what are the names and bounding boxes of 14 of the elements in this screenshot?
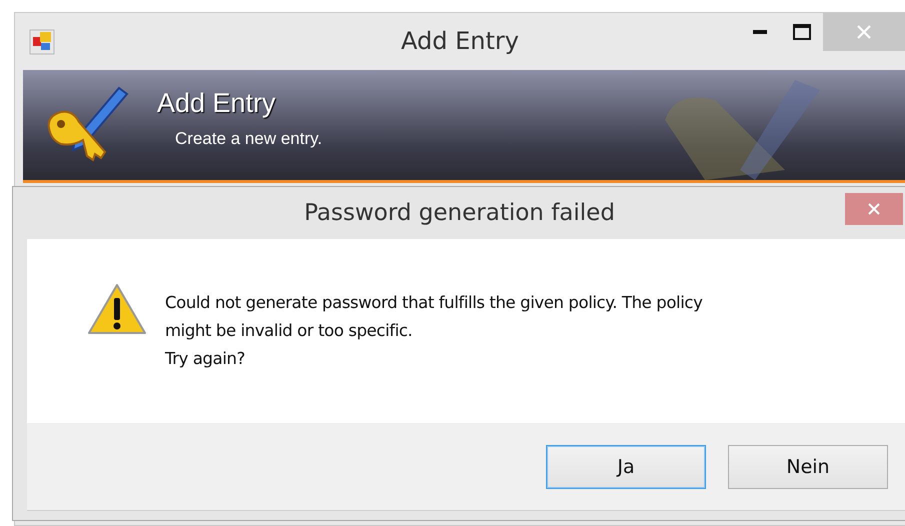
banner-title: Add Entry: [157, 88, 277, 119]
window-title: Add Entry: [401, 27, 519, 55]
dialog-button[interactable]: Ja: [546, 445, 706, 489]
dialog-title: Password generation failed: [304, 200, 615, 226]
dialog-button[interactable]: Nein: [728, 445, 888, 489]
app-icon: [29, 29, 55, 55]
close-icon: [856, 24, 872, 40]
minimize-icon: [753, 30, 767, 34]
message-text: Could not generate password that fulfills the given policy. The policy might be invalid or too specific. Try again?: [165, 292, 702, 370]
maximize-icon: [793, 24, 811, 40]
banner-subtitle: Create a new entry.: [175, 129, 322, 149]
close-icon: [867, 202, 881, 216]
warning-icon: [87, 283, 147, 335]
close-button[interactable]: [845, 193, 903, 225]
